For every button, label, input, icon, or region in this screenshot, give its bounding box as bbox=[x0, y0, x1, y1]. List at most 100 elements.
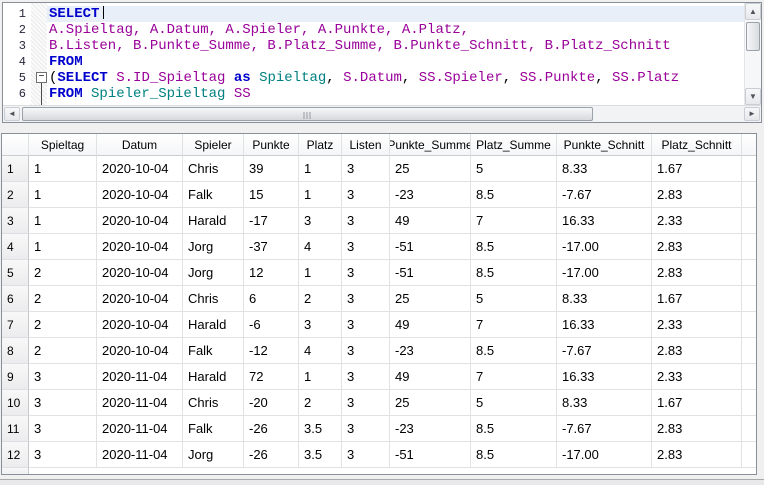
cell-platz_summe[interactable]: 8.5 bbox=[471, 234, 557, 260]
cell-punkte_schnitt[interactable]: 8.33 bbox=[557, 390, 652, 416]
cell-spieltag[interactable]: 2 bbox=[29, 286, 97, 312]
cell-spieler[interactable]: Harald bbox=[183, 312, 244, 338]
column-header-punkte[interactable]: Punkte bbox=[244, 134, 299, 156]
cell-platz_schnitt[interactable]: 2.83 bbox=[652, 416, 742, 442]
cell-platz_schnitt[interactable]: 1.67 bbox=[652, 286, 742, 312]
cell-platz_summe[interactable]: 7 bbox=[471, 364, 557, 390]
cell-datum[interactable]: 2020-11-04 bbox=[97, 390, 183, 416]
cell-platz[interactable]: 3.5 bbox=[299, 442, 342, 468]
cell-spieler[interactable]: Chris bbox=[183, 286, 244, 312]
code-line[interactable]: A.Spieltag, A.Datum, A.Spieler, A.Punkte… bbox=[49, 22, 744, 38]
cell-spieler[interactable]: Jorg bbox=[183, 260, 244, 286]
code-line[interactable]: FROM bbox=[49, 54, 744, 70]
cell-spieltag[interactable]: 3 bbox=[29, 390, 97, 416]
cell-punkte_schnitt[interactable]: 8.33 bbox=[557, 156, 652, 182]
cell-spieler[interactable]: Harald bbox=[183, 208, 244, 234]
cell-datum[interactable]: 2020-11-04 bbox=[97, 442, 183, 468]
cell-punkte[interactable]: 6 bbox=[244, 286, 299, 312]
cell-punkte_schnitt[interactable]: 16.33 bbox=[557, 312, 652, 338]
scroll-right-button[interactable]: ► bbox=[744, 107, 760, 121]
cell-platz_summe[interactable]: 8.5 bbox=[471, 442, 557, 468]
cell-datum[interactable]: 2020-10-04 bbox=[97, 182, 183, 208]
cell-platz_summe[interactable]: 7 bbox=[471, 208, 557, 234]
cell-platz_schnitt[interactable]: 2.33 bbox=[652, 208, 742, 234]
row-header[interactable]: 4 bbox=[2, 234, 29, 260]
code-line[interactable]: (SELECT S.ID_Spieltag as Spieltag, S.Dat… bbox=[49, 70, 744, 86]
cell-punkte[interactable]: -12 bbox=[244, 338, 299, 364]
cell-platz_schnitt[interactable]: 1.67 bbox=[652, 156, 742, 182]
cell-spieltag[interactable]: 1 bbox=[29, 182, 97, 208]
cell-platz[interactable]: 3 bbox=[299, 208, 342, 234]
cell-listen[interactable]: 3 bbox=[342, 182, 390, 208]
row-header[interactable]: 10 bbox=[2, 390, 29, 416]
cell-platz_schnitt[interactable]: 2.83 bbox=[652, 260, 742, 286]
cell-platz_schnitt[interactable]: 2.33 bbox=[652, 312, 742, 338]
cell-platz_schnitt[interactable]: 1.67 bbox=[652, 390, 742, 416]
horizontal-scrollbar-thumb[interactable] bbox=[22, 107, 593, 121]
cell-punkte_summe[interactable]: -51 bbox=[390, 442, 471, 468]
row-header[interactable]: 5 bbox=[2, 260, 29, 286]
cell-punkte_summe[interactable]: 25 bbox=[390, 286, 471, 312]
cell-platz[interactable]: 2 bbox=[299, 390, 342, 416]
cell-platz[interactable]: 1 bbox=[299, 156, 342, 182]
cell-listen[interactable]: 3 bbox=[342, 234, 390, 260]
cell-platz_schnitt[interactable]: 2.83 bbox=[652, 182, 742, 208]
cell-platz_schnitt[interactable]: 2.83 bbox=[652, 442, 742, 468]
row-header[interactable]: 1 bbox=[2, 156, 29, 182]
cell-punkte_schnitt[interactable]: -17.00 bbox=[557, 260, 652, 286]
cell-punkte[interactable]: 39 bbox=[244, 156, 299, 182]
cell-listen[interactable]: 3 bbox=[342, 416, 390, 442]
cell-spieler[interactable]: Falk bbox=[183, 338, 244, 364]
cell-spieltag[interactable]: 3 bbox=[29, 364, 97, 390]
column-header-punkte_summe[interactable]: Punkte_Summe bbox=[390, 134, 471, 156]
cell-punkte[interactable]: -37 bbox=[244, 234, 299, 260]
cell-platz[interactable]: 3.5 bbox=[299, 416, 342, 442]
cell-spieltag[interactable]: 2 bbox=[29, 260, 97, 286]
row-header[interactable]: 6 bbox=[2, 286, 29, 312]
cell-punkte_summe[interactable]: -51 bbox=[390, 260, 471, 286]
cell-listen[interactable]: 3 bbox=[342, 286, 390, 312]
cell-spieltag[interactable]: 2 bbox=[29, 338, 97, 364]
cell-datum[interactable]: 2020-10-04 bbox=[97, 234, 183, 260]
row-header[interactable]: 7 bbox=[2, 312, 29, 338]
row-header[interactable]: 8 bbox=[2, 338, 29, 364]
cell-platz_schnitt[interactable]: 2.33 bbox=[652, 364, 742, 390]
cell-datum[interactable]: 2020-11-04 bbox=[97, 364, 183, 390]
code-line[interactable]: FROM Spieler_Spieltag SS bbox=[49, 86, 744, 102]
cell-punkte_schnitt[interactable]: 16.33 bbox=[557, 208, 652, 234]
cell-spieltag[interactable]: 1 bbox=[29, 208, 97, 234]
cell-spieltag[interactable]: 3 bbox=[29, 416, 97, 442]
cell-punkte_summe[interactable]: -23 bbox=[390, 416, 471, 442]
cell-spieler[interactable]: Jorg bbox=[183, 234, 244, 260]
cell-spieler[interactable]: Chris bbox=[183, 156, 244, 182]
cell-platz[interactable]: 4 bbox=[299, 338, 342, 364]
cell-platz_summe[interactable]: 5 bbox=[471, 156, 557, 182]
cell-spieltag[interactable]: 1 bbox=[29, 156, 97, 182]
cell-platz_schnitt[interactable]: 2.83 bbox=[652, 234, 742, 260]
cell-punkte_schnitt[interactable]: -7.67 bbox=[557, 416, 652, 442]
cell-punkte_schnitt[interactable]: -7.67 bbox=[557, 338, 652, 364]
cell-listen[interactable]: 3 bbox=[342, 260, 390, 286]
cell-punkte_summe[interactable]: 49 bbox=[390, 208, 471, 234]
cell-punkte[interactable]: -6 bbox=[244, 312, 299, 338]
cell-platz_summe[interactable]: 8.5 bbox=[471, 182, 557, 208]
cell-listen[interactable]: 3 bbox=[342, 156, 390, 182]
cell-platz_summe[interactable]: 5 bbox=[471, 286, 557, 312]
cell-listen[interactable]: 3 bbox=[342, 312, 390, 338]
cell-spieler[interactable]: Jorg bbox=[183, 442, 244, 468]
scroll-up-button[interactable]: ▲ bbox=[745, 3, 761, 20]
row-header[interactable]: 12 bbox=[2, 442, 29, 468]
cell-spieltag[interactable]: 2 bbox=[29, 312, 97, 338]
cell-spieler[interactable]: Falk bbox=[183, 416, 244, 442]
cell-spieler[interactable]: Chris bbox=[183, 390, 244, 416]
cell-listen[interactable]: 3 bbox=[342, 390, 390, 416]
row-header[interactable]: 2 bbox=[2, 182, 29, 208]
cell-platz[interactable]: 1 bbox=[299, 364, 342, 390]
cell-punkte_summe[interactable]: -23 bbox=[390, 338, 471, 364]
scroll-down-button[interactable]: ▼ bbox=[745, 88, 761, 105]
sql-editor[interactable]: 123456 − SELECTA.Spieltag, A.Datum, A.Sp… bbox=[3, 3, 761, 105]
cell-punkte[interactable]: -26 bbox=[244, 442, 299, 468]
cell-punkte[interactable]: -17 bbox=[244, 208, 299, 234]
cell-platz_summe[interactable]: 5 bbox=[471, 390, 557, 416]
cell-platz_summe[interactable]: 8.5 bbox=[471, 260, 557, 286]
